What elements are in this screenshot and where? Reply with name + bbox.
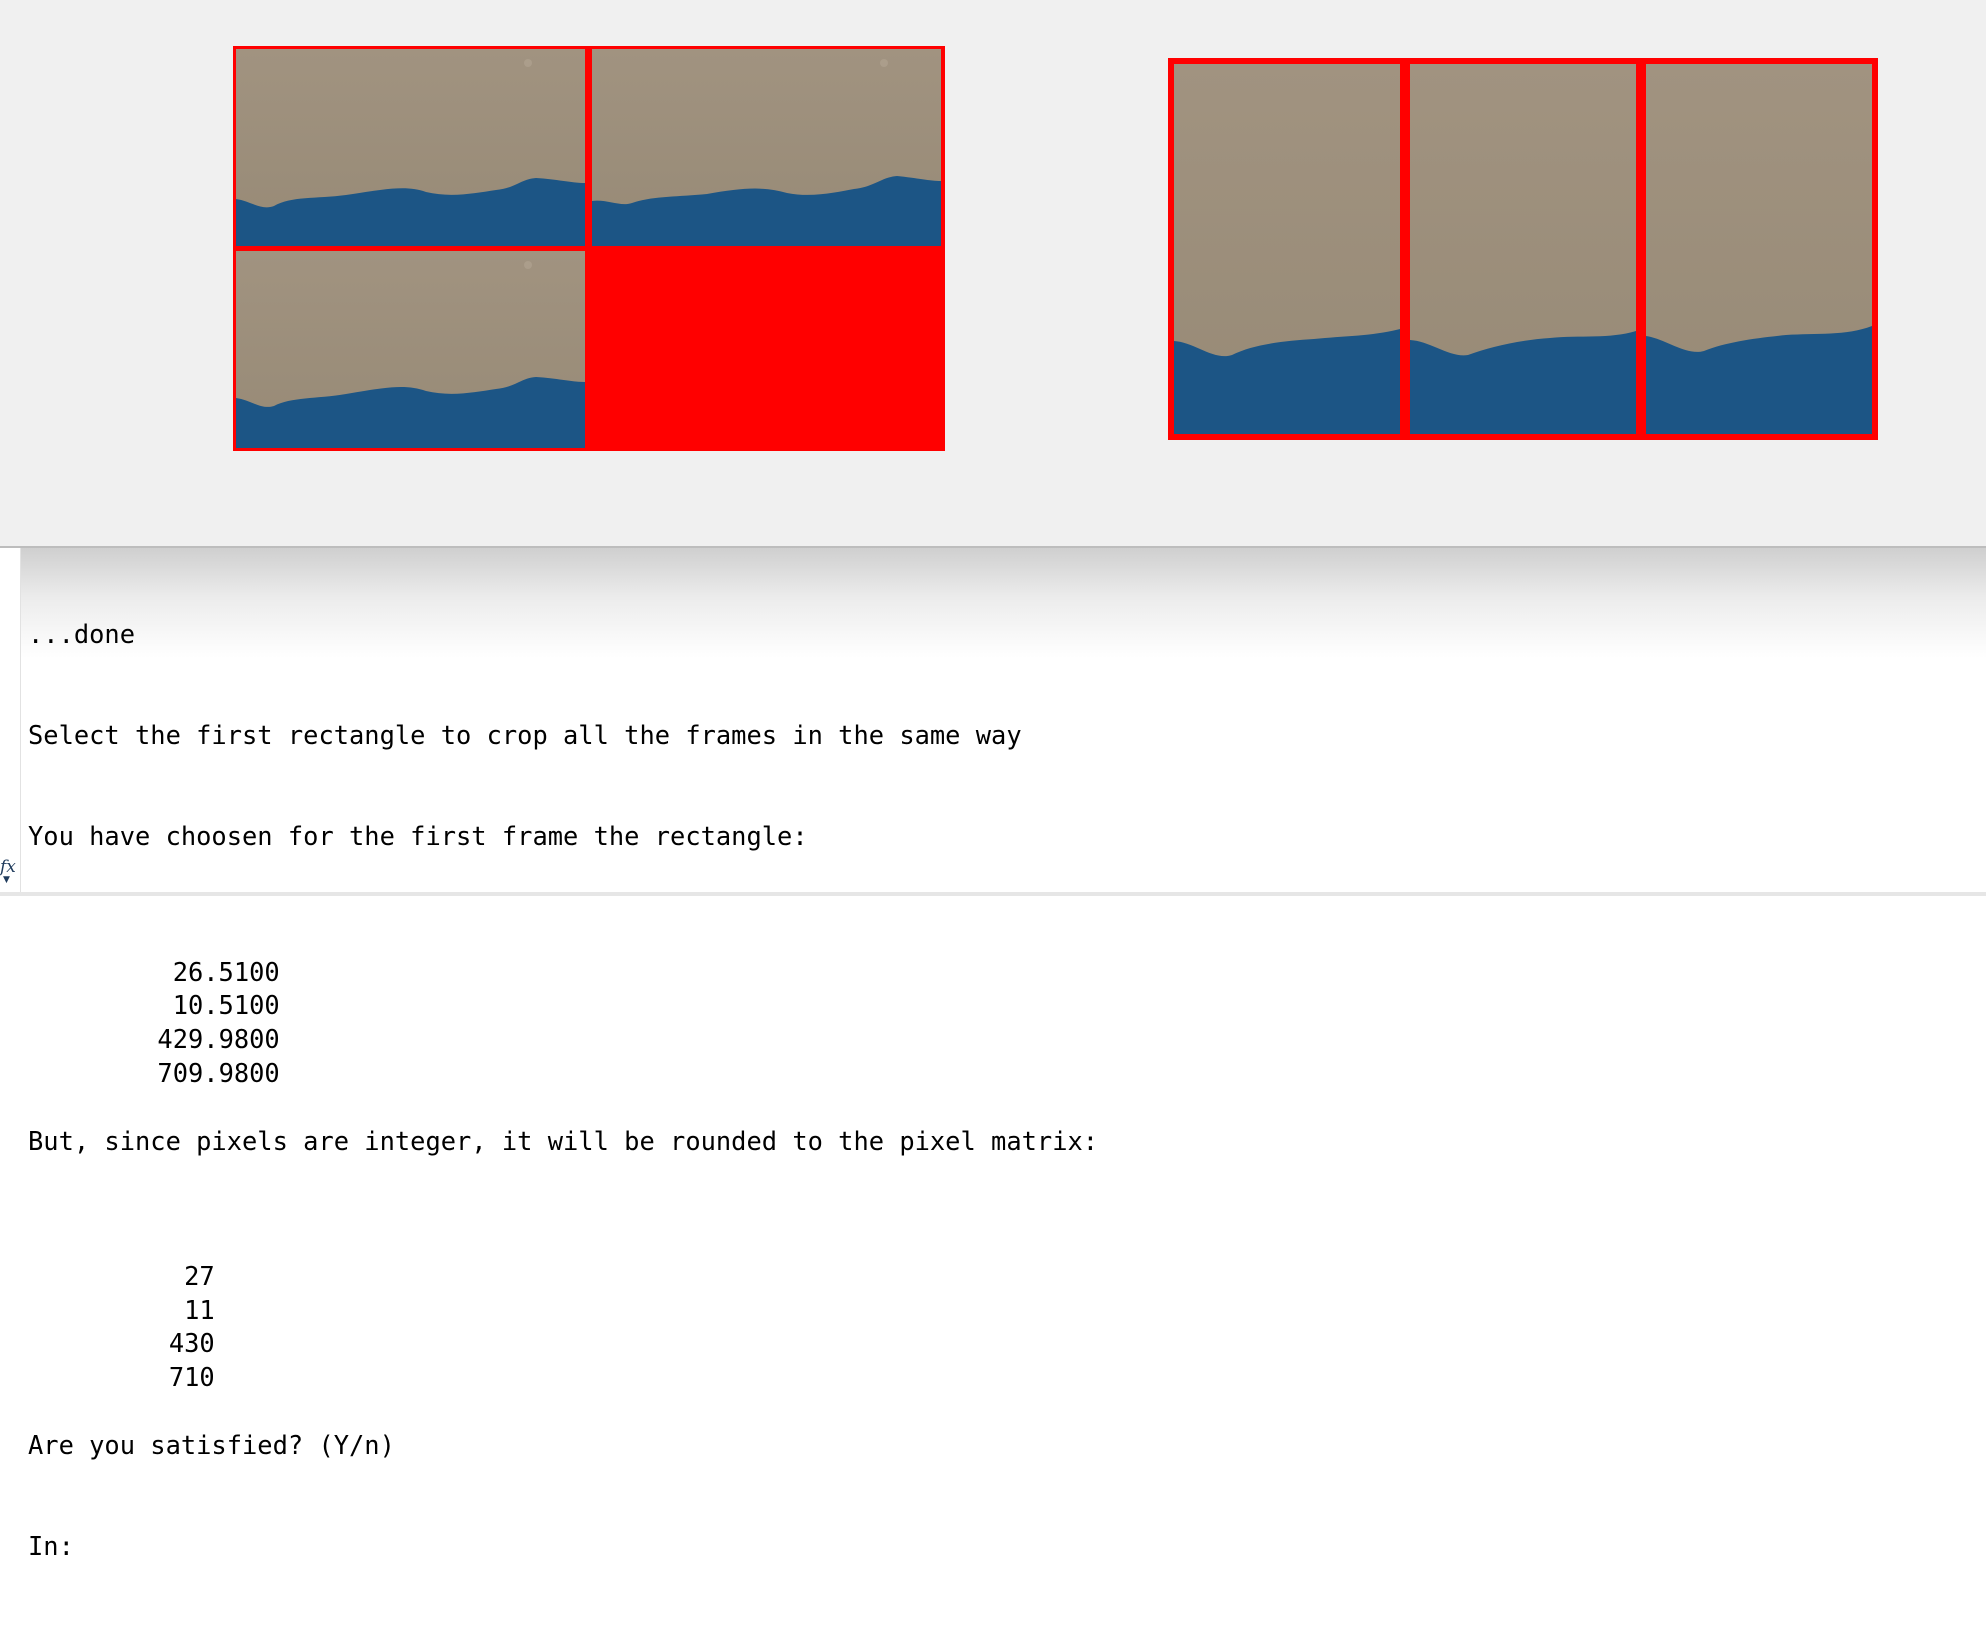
console-line: Are you satisfied? (Y/n) (28, 1429, 395, 1460)
montage-empty-cell (592, 251, 941, 448)
console-gutter (0, 548, 21, 894)
console-output: ...done Select the first rectangle to cr… (28, 550, 1098, 1632)
figure-area (0, 0, 1986, 546)
rounded-value: 430 (168, 1328, 215, 1359)
right-montage (1168, 58, 1878, 440)
console-line: You have choosen for the first frame the… (28, 821, 808, 852)
cropped-frame (1410, 64, 1636, 434)
window-bottom-border (0, 892, 1986, 896)
rect-value: 26.5100 (172, 956, 280, 987)
rect-value: 429.9800 (157, 1024, 280, 1055)
fx-icon[interactable]: fx ▼ (0, 858, 18, 888)
montage-frame (236, 49, 585, 246)
cropped-frame (1646, 64, 1872, 434)
rectangle-values-row: 26.5100 10.5100 429.9800 709.9800 (28, 922, 1098, 1088)
console-line: But, since pixels are integer, it will b… (28, 1125, 1099, 1156)
rounded-value: 710 (168, 1362, 215, 1393)
left-montage (233, 46, 945, 451)
rounded-value: 27 (184, 1260, 215, 1291)
console-input-line[interactable]: In: (28, 1530, 1098, 1564)
console-line: ...done (28, 618, 136, 649)
rounded-values-row: 27 11 430 710 (28, 1226, 1098, 1392)
rect-value: 10.5100 (172, 990, 280, 1021)
rect-value: 709.9800 (157, 1057, 280, 1088)
rounded-value: 11 (184, 1294, 215, 1325)
cropped-frame (1174, 64, 1400, 434)
montage-frame (592, 49, 941, 246)
command-window[interactable]: ...done Select the first rectangle to cr… (0, 548, 1986, 1561)
montage-frame (236, 251, 585, 448)
console-line: Select the first rectangle to crop all t… (28, 719, 1022, 750)
